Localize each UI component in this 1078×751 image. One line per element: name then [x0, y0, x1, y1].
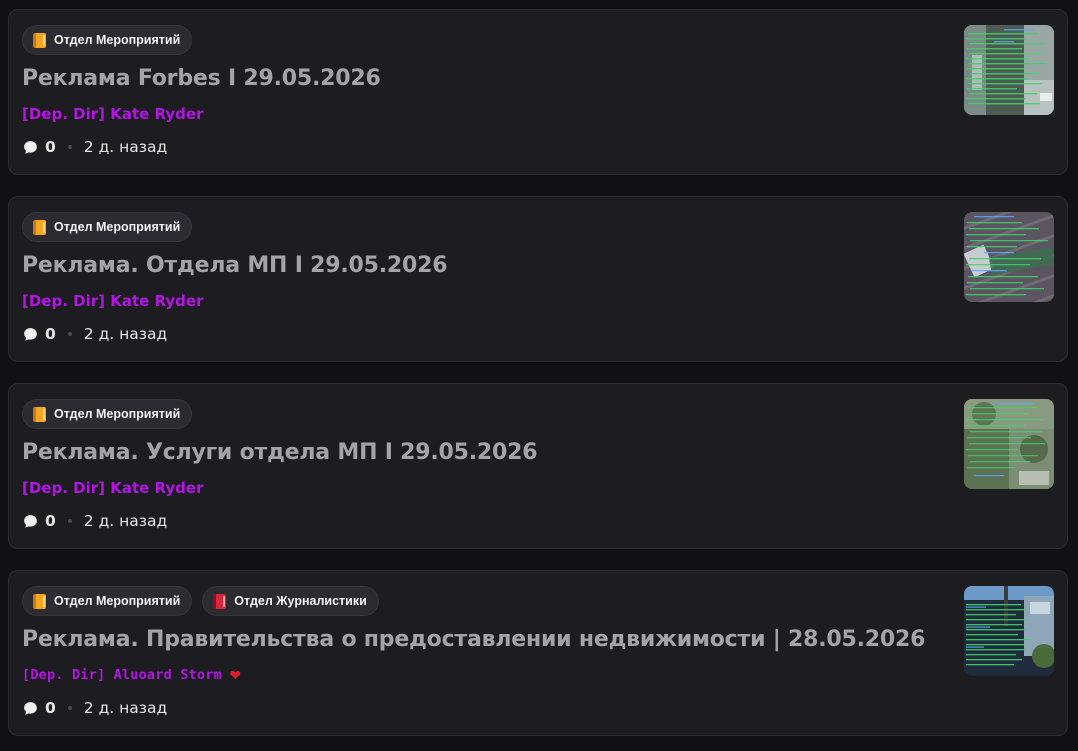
tag-events-department[interactable]: Отдел Мероприятий	[22, 399, 193, 429]
tag-label: Отдел Журналистики	[234, 594, 367, 608]
tag-label: Отдел Мероприятий	[54, 220, 181, 234]
thread-card[interactable]: Отдел Мероприятий Реклама Forbes I 29.05…	[8, 9, 1068, 175]
thumbnail-image	[964, 586, 1054, 676]
thread-meta: 0 2 д. назад	[22, 138, 167, 156]
post-time: 2 д. назад	[83, 699, 168, 717]
orange-book-icon	[33, 32, 46, 48]
thread-title[interactable]: Реклама. Отдела МП I 29.05.2026	[22, 253, 448, 278]
tag-label: Отдел Мероприятий	[54, 594, 181, 608]
post-time: 2 д. назад	[83, 138, 168, 156]
post-time: 2 д. назад	[83, 512, 168, 530]
comment-count: 0	[45, 512, 56, 530]
author-name: [Dep. Dir] Kate Ryder	[22, 479, 204, 497]
thread-thumbnail[interactable]	[964, 25, 1054, 115]
orange-book-icon	[33, 406, 46, 422]
thread-card[interactable]: Отдел Мероприятий Реклама. Услуги отдела…	[8, 383, 1068, 549]
red-book-icon	[213, 593, 227, 609]
thread-thumbnail[interactable]	[964, 399, 1054, 489]
author-name: [Dep. Dir] Kate Ryder	[22, 292, 204, 310]
tag-events-department[interactable]: Отдел Мероприятий	[22, 586, 193, 616]
thread-thumbnail[interactable]	[964, 586, 1054, 676]
tag-events-department[interactable]: Отдел Мероприятий	[22, 212, 193, 242]
separator-dot	[67, 145, 72, 149]
thread-meta: 0 2 д. назад	[22, 512, 167, 530]
thread-feed: Отдел Мероприятий Реклама Forbes I 29.05…	[0, 0, 1078, 751]
heart-icon: ❤	[229, 664, 241, 685]
separator-dot	[67, 332, 72, 336]
tag-list: Отдел Мероприятий	[22, 25, 193, 55]
tag-list: Отдел Мероприятий	[22, 212, 193, 242]
separator-dot	[67, 706, 72, 710]
comment-icon	[24, 514, 37, 528]
comment-count: 0	[45, 699, 56, 717]
post-time: 2 д. назад	[83, 325, 168, 343]
thread-card[interactable]: Отдел Мероприятий Реклама. Отдела МП I 2…	[8, 196, 1068, 362]
tag-list: Отдел Мероприятий Отдел Журналистики	[22, 586, 379, 616]
thread-title[interactable]: Реклама. Правительства о предоставлении …	[22, 627, 925, 652]
comment-count: 0	[45, 325, 56, 343]
thread-author[interactable]: [Dep. Dir] Kate Ryder	[22, 292, 203, 310]
thread-title[interactable]: Реклама. Услуги отдела МП I 29.05.2026	[22, 440, 538, 465]
tag-label: Отдел Мероприятий	[54, 33, 181, 47]
author-name: [Dep. Dir] Kate Ryder	[22, 105, 204, 123]
comment-icon	[24, 701, 37, 715]
thumbnail-image	[964, 25, 1054, 115]
tag-journalism-department[interactable]: Отдел Журналистики	[202, 586, 379, 616]
comment-count: 0	[45, 138, 56, 156]
thumbnail-image	[964, 399, 1054, 489]
orange-book-icon	[33, 593, 46, 609]
tag-label: Отдел Мероприятий	[54, 407, 181, 421]
author-name: [Dep. Dir] Aluoard Storm	[22, 667, 222, 683]
thread-meta: 0 2 д. назад	[22, 325, 167, 343]
thread-author[interactable]: [Dep. Dir] Kate Ryder	[22, 479, 203, 497]
thread-author[interactable]: [Dep. Dir] Kate Ryder	[22, 105, 203, 123]
thread-card[interactable]: Отдел Мероприятий Отдел Журналистики Рек…	[8, 570, 1068, 736]
comment-icon	[24, 140, 37, 154]
tag-list: Отдел Мероприятий	[22, 399, 193, 429]
thread-meta: 0 2 д. назад	[22, 699, 167, 717]
thread-author[interactable]: [Dep. Dir] Aluoard Storm ❤	[22, 666, 241, 684]
tag-events-department[interactable]: Отдел Мероприятий	[22, 25, 193, 55]
thumbnail-image	[964, 212, 1054, 302]
thread-thumbnail[interactable]	[964, 212, 1054, 302]
orange-book-icon	[33, 219, 46, 235]
separator-dot	[67, 519, 72, 523]
comment-icon	[24, 327, 37, 341]
thread-title[interactable]: Реклама Forbes I 29.05.2026	[22, 66, 381, 91]
